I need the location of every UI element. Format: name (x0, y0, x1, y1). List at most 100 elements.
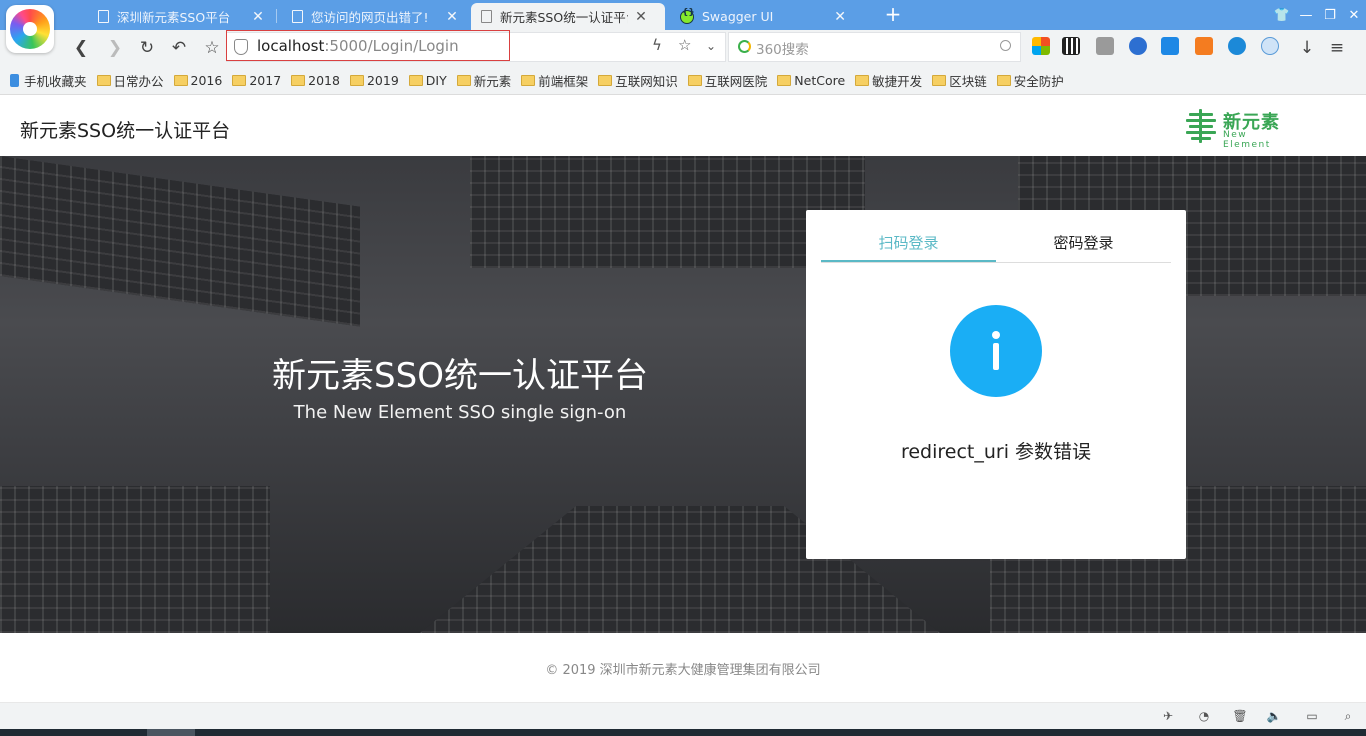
zoom-icon[interactable]: ⌕ (1340, 708, 1356, 724)
folder-icon (855, 74, 870, 86)
lookup-icon[interactable] (1195, 37, 1213, 55)
browser-logo-icon[interactable] (6, 5, 54, 53)
close-icon[interactable]: ✕ (834, 9, 846, 25)
menu-icon[interactable]: ≡ (1324, 35, 1350, 61)
bookmark-label: 互联网知识 (615, 73, 678, 89)
page-header: 新元素SSO统一认证平台 新元素 New Element (0, 96, 1366, 156)
url-text[interactable]: localhost:5000/Login/Login (257, 37, 459, 55)
brand-mark-icon (1185, 108, 1217, 144)
page-icon (98, 10, 109, 23)
building-image (0, 486, 270, 633)
window-controls: 👕 — ❐ ✕ (1270, 0, 1366, 30)
bookmark-star-icon[interactable]: ☆ (678, 36, 691, 54)
chevron-down-icon[interactable]: ⌄ (706, 39, 716, 53)
accelerate-icon[interactable]: ◔ (1196, 708, 1212, 724)
forward-icon[interactable]: ❯ (102, 35, 128, 61)
login-card: 扫码登录 密码登录 redirect_uri 参数错误 (806, 210, 1186, 559)
skin-icon[interactable]: 👕 (1270, 0, 1294, 30)
bookmark-label: 2016 (190, 72, 223, 88)
tab-separator (276, 9, 277, 23)
bookmark-label: 手机收藏夹 (24, 73, 87, 89)
bookmark-item[interactable]: 敏捷开发 (855, 71, 922, 90)
bookmarks-bar: 手机收藏夹 日常办公 2016 2017 2018 2019 DIY 新元素 前… (0, 66, 1366, 95)
bookmark-label: 安全防护 (1013, 73, 1064, 89)
close-icon[interactable]: ✕ (634, 9, 648, 25)
error-message: redirect_uri 参数错误 (900, 441, 1092, 463)
back-icon[interactable]: ❮ (68, 35, 94, 61)
tab-1[interactable]: 深圳新元素SSO平台 ✕ (88, 3, 274, 30)
bookmark-item[interactable]: 2018 (291, 73, 340, 88)
folder-icon (173, 74, 188, 86)
bookmark-label: 2018 (308, 72, 340, 88)
login-tabs: 扫码登录 密码登录 (821, 228, 1171, 263)
page-title: 新元素SSO统一认证平台 (20, 120, 231, 142)
bookmark-item[interactable]: 2019 (349, 73, 399, 88)
status-bar: ✈ ◔ 🗑 🔈 ▭ ⌕ (0, 703, 1366, 729)
tab-2[interactable]: 您访问的网页出错了! ✕ (282, 3, 468, 30)
close-icon[interactable]: ✕ (446, 9, 458, 25)
maximize-icon[interactable]: ❐ (1318, 0, 1342, 30)
tab-title: 新元素SSO统一认证平台 (500, 10, 628, 25)
folder-icon (932, 74, 947, 86)
page-footer: © 2019 深圳市新元素大健康管理集团有限公司 (0, 633, 1366, 703)
folder-icon (996, 74, 1011, 86)
bookmark-item[interactable]: DIY (408, 73, 447, 88)
bookmark-label: 互联网医院 (704, 73, 768, 89)
tab-strip: 深圳新元素SSO平台 ✕ 您访问的网页出错了! ✕ 新元素SSO统一认证平台 ✕… (0, 0, 1366, 30)
window-icon[interactable]: ▭ (1304, 708, 1320, 724)
copyright-text: © 2019 深圳市新元素大健康管理集团有限公司 (545, 663, 821, 678)
extension-icon[interactable] (1129, 37, 1147, 55)
folder-icon (521, 74, 536, 86)
bookmark-label: NetCore (794, 72, 846, 88)
qrcode-icon[interactable] (1062, 37, 1080, 55)
url-path: :5000/Login/Login (324, 37, 459, 55)
bookmark-label: 2017 (249, 72, 282, 88)
tab-title: Swagger UI (702, 9, 774, 24)
close-icon[interactable]: ✕ (252, 9, 264, 25)
bookmark-item[interactable]: NetCore (777, 73, 845, 88)
bookmark-item[interactable]: 互联网知识 (598, 71, 678, 90)
volume-icon[interactable]: 🔈 (1266, 708, 1282, 724)
close-window-icon[interactable]: ✕ (1342, 0, 1366, 30)
apps-icon[interactable] (1032, 37, 1050, 55)
bookmark-item[interactable]: 新元素 (456, 71, 511, 90)
k-icon[interactable] (1228, 37, 1246, 55)
plus-icon[interactable]: + (883, 4, 903, 26)
star-icon[interactable]: ☆ (199, 35, 225, 61)
search-icon[interactable] (1000, 40, 1011, 51)
rp-icon[interactable] (1096, 37, 1114, 55)
reload-icon[interactable]: ↻ (134, 35, 160, 61)
swagger-icon (680, 8, 695, 24)
minus-circle-icon[interactable] (1261, 37, 1279, 55)
bookmark-item[interactable]: 2017 (232, 73, 281, 88)
building-image (0, 156, 360, 327)
brand-logo[interactable]: 新元素 New Element (1185, 108, 1287, 150)
undo-icon[interactable]: ↶ (166, 35, 192, 61)
bookmark-item[interactable]: 互联网医院 (687, 71, 768, 90)
tab-qrcode-login[interactable]: 扫码登录 (821, 228, 996, 262)
download-icon[interactable]: ↓ (1294, 35, 1320, 61)
tab-3-active[interactable]: 新元素SSO统一认证平台 ✕ (471, 3, 665, 30)
bookmark-item[interactable]: 2016 (173, 72, 223, 88)
tab-title: 您访问的网页出错了! (311, 10, 429, 25)
bookmark-item[interactable]: 日常办公 (96, 71, 164, 90)
bookmark-item[interactable]: 手机收藏夹 (10, 71, 87, 90)
pin-icon[interactable]: ✈ (1160, 708, 1176, 724)
taskbar-item[interactable] (147, 729, 195, 736)
folder-icon (456, 74, 471, 86)
minimize-icon[interactable]: — (1294, 0, 1318, 30)
bookmark-label: 前端框架 (538, 73, 589, 89)
bookmark-item[interactable]: 前端框架 (521, 71, 588, 90)
tab-title: 深圳新元素SSO平台 (117, 10, 231, 25)
trash-icon[interactable]: 🗑 (1232, 708, 1248, 724)
tab-4[interactable]: Swagger UI ✕ (670, 3, 856, 30)
tab-password-login[interactable]: 密码登录 (996, 228, 1171, 262)
shield-icon (234, 39, 248, 55)
send-icon[interactable] (1161, 37, 1179, 55)
lightning-icon[interactable]: ϟ (652, 36, 662, 54)
folder-icon (349, 74, 364, 86)
bookmark-item[interactable]: 安全防护 (996, 71, 1064, 90)
bookmark-item[interactable]: 区块链 (932, 71, 987, 90)
folder-icon (408, 74, 423, 86)
search-engine-icon (738, 40, 751, 53)
